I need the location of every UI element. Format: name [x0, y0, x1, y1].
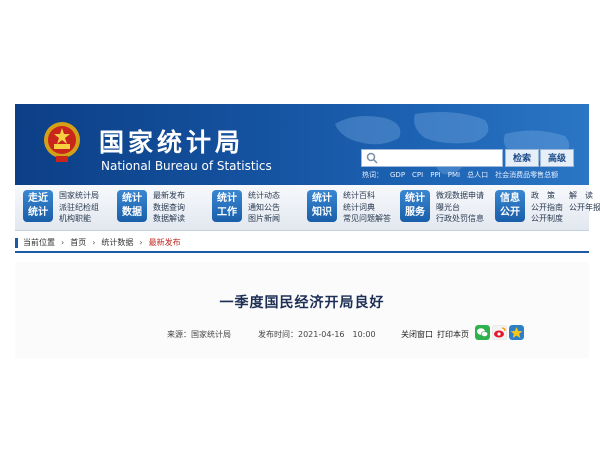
search-icon [366, 152, 378, 164]
main-nav: 走近 统计 国家统计局 派驻纪检组 机构职能 统计 数据 最新发布 数据查询 数… [15, 185, 600, 231]
nav-badge-line: 服务 [405, 207, 425, 218]
favorite-star-icon[interactable] [509, 325, 524, 340]
nav-links: 统计百科 统计词典 常见问题解答 [343, 190, 391, 225]
hot-word-link[interactable]: PPI [430, 171, 441, 179]
wechat-share-icon[interactable] [475, 325, 490, 340]
nav-link[interactable]: 机构职能 [59, 213, 99, 225]
breadcrumb-home[interactable]: 首页 [70, 238, 86, 247]
nav-link[interactable]: 通知公告 [248, 202, 280, 214]
nav-badge-line: 统计 [122, 193, 142, 204]
breadcrumb-current[interactable]: 最新发布 [149, 238, 181, 247]
search-button[interactable]: 检索 [505, 149, 539, 167]
nav-badge[interactable]: 统计 知识 [307, 190, 337, 222]
breadcrumb-separator: › [61, 238, 65, 247]
hot-words: 热词： GDP CPI PPI PMI 总人口 社会消费品零售总额 [362, 170, 565, 180]
close-window-link[interactable]: 关闭窗口 [401, 329, 433, 340]
breadcrumb-text: 当前位置 › 首页 › 统计数据 › 最新发布 [23, 237, 181, 248]
nav-link[interactable]: 图片新闻 [248, 213, 280, 225]
hot-words-label: 热词： [362, 171, 383, 179]
source-label: 来源： [167, 330, 191, 339]
national-emblem-icon [44, 122, 80, 162]
hot-word-link[interactable]: 总人口 [467, 171, 488, 179]
advanced-search-button[interactable]: 高级 [540, 149, 574, 167]
nav-badge-line: 知识 [312, 207, 332, 218]
print-page-link[interactable]: 打印本页 [437, 329, 469, 340]
search-input[interactable] [361, 149, 503, 167]
hot-word-link[interactable]: CPI [412, 171, 423, 179]
breadcrumb-separator: › [139, 238, 143, 247]
nav-link[interactable]: 常见问题解答 [343, 213, 391, 225]
nav-link[interactable]: 数据解读 [153, 213, 185, 225]
nav-links-col2: 解 读 公开年报 [569, 190, 600, 213]
nav-badge-line: 走近 [28, 193, 48, 204]
nav-badge-line: 数据 [122, 207, 142, 218]
breadcrumb: 当前位置 › 首页 › 统计数据 › 最新发布 [15, 236, 589, 253]
site-header-banner: 国家统计局 National Bureau of Statistics 检索 高… [15, 104, 589, 185]
hot-word-link[interactable]: 社会消费品零售总额 [495, 171, 558, 179]
site-title-en: National Bureau of Statistics [101, 159, 272, 173]
breadcrumb-label: 当前位置 [23, 238, 55, 247]
nav-link[interactable]: 解 读 [569, 190, 600, 202]
nav-link[interactable]: 统计词典 [343, 202, 391, 214]
nav-badge-line: 公开 [500, 207, 520, 218]
nav-badge[interactable]: 统计 工作 [212, 190, 242, 222]
nav-link[interactable]: 公开年报 [569, 202, 600, 214]
nav-badge[interactable]: 统计 数据 [117, 190, 147, 222]
breadcrumb-data[interactable]: 统计数据 [101, 238, 133, 247]
nav-links: 政 策 公开指南 公开制度 解 读 公开年报 [531, 190, 600, 225]
nav-link[interactable]: 统计动态 [248, 190, 280, 202]
article-title: 一季度国民经济开局良好 [219, 295, 385, 311]
nav-link[interactable]: 公开制度 [531, 213, 600, 225]
time-value: 2021-04-16 10:00 [298, 330, 376, 339]
nav-badge-line: 统计 [28, 207, 48, 218]
nav-badge-line: 统计 [405, 193, 425, 204]
nav-link[interactable]: 统计百科 [343, 190, 391, 202]
article-time: 发布时间：2021-04-16 10:00 [258, 329, 376, 340]
nav-link[interactable]: 最新发布 [153, 190, 185, 202]
article-header: 一季度国民经济开局良好 来源：国家统计局 发布时间：2021-04-16 10:… [15, 262, 589, 358]
nav-badge[interactable]: 统计 服务 [400, 190, 430, 222]
nav-badge[interactable]: 走近 统计 [23, 190, 53, 222]
nav-link[interactable]: 微观数据申请 [436, 190, 484, 202]
nav-badge[interactable]: 信息 公开 [495, 190, 525, 222]
time-label: 发布时间： [258, 330, 298, 339]
nav-link[interactable]: 数据查询 [153, 202, 185, 214]
breadcrumb-marker [15, 238, 18, 248]
nav-links: 最新发布 数据查询 数据解读 [153, 190, 185, 225]
nav-links: 统计动态 通知公告 图片新闻 [248, 190, 280, 225]
nav-badge-line: 统计 [217, 193, 237, 204]
article-source: 来源：国家统计局 [167, 329, 231, 340]
hot-word-link[interactable]: GDP [390, 171, 405, 179]
nav-link[interactable]: 派驻纪检组 [59, 202, 99, 214]
hot-word-link[interactable]: PMI [448, 171, 460, 179]
site-title-cn: 国家统计局 [99, 128, 245, 157]
source-value: 国家统计局 [191, 330, 231, 339]
nav-link[interactable]: 曝光台 [436, 202, 484, 214]
nav-links: 国家统计局 派驻纪检组 机构职能 [59, 190, 99, 225]
nav-links: 微观数据申请 曝光台 行政处罚信息 [436, 190, 484, 225]
nav-badge-line: 统计 [312, 193, 332, 204]
nav-badge-line: 工作 [217, 207, 237, 218]
weibo-share-icon[interactable] [492, 325, 507, 340]
nav-link[interactable]: 国家统计局 [59, 190, 99, 202]
nav-badge-line: 信息 [500, 193, 520, 204]
nav-link[interactable]: 行政处罚信息 [436, 213, 484, 225]
breadcrumb-separator: › [92, 238, 96, 247]
